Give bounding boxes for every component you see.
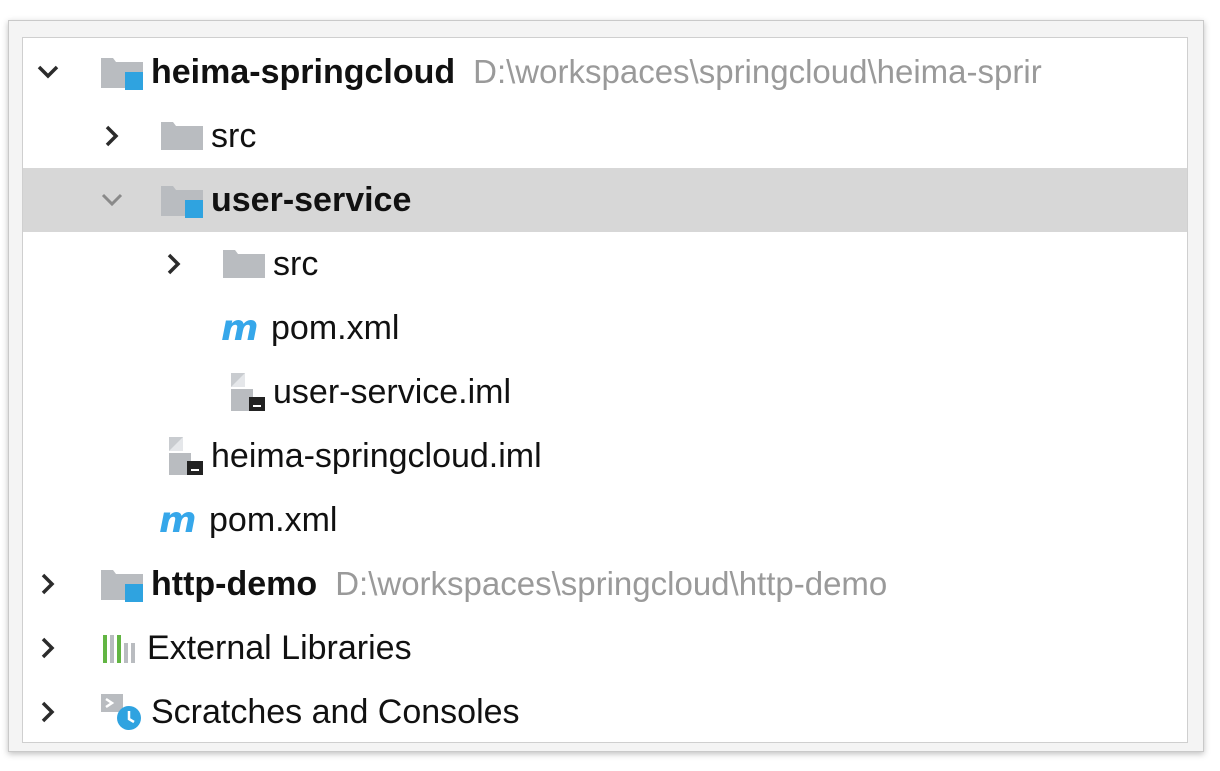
tree-row-scratches-and-consoles[interactable]: Scratches and Consoles [23,680,1187,742]
chevron-down-icon[interactable] [97,185,127,215]
module-folder-icon [99,566,145,602]
tree-row-src[interactable]: src [23,232,1187,296]
chevron-down-icon[interactable] [33,57,63,87]
tree-row-external-libraries[interactable]: External Libraries [23,616,1187,680]
module-path: D:\workspaces\springcloud\heima-sprir [473,53,1042,90]
project-tree-panel: heima-springcloud D:\workspaces\springcl… [22,37,1188,743]
tree-row-heima-springcloud[interactable]: heima-springcloud D:\workspaces\springcl… [23,40,1187,104]
iml-file-icon [227,371,267,413]
svg-text:m: m [221,310,259,346]
tree-row-pom-xml[interactable]: m pom.xml [23,488,1187,552]
tree-row-http-demo[interactable]: http-demo D:\workspaces\springcloud\http… [23,552,1187,616]
tree-label: Scratches and Consoles [151,692,520,731]
tree-row-pom-xml[interactable]: m pom.xml [23,296,1187,360]
tree-label: pom.xml [209,500,338,539]
module-folder-icon [99,54,145,90]
chevron-right-icon[interactable] [159,249,189,279]
iml-file-icon [165,435,205,477]
tree-label: user-service [211,180,412,219]
chevron-right-icon[interactable] [33,633,63,663]
tree-label: user-service.iml [273,372,512,411]
chevron-right-icon[interactable] [33,569,63,599]
tree-label: External Libraries [147,628,412,667]
svg-text:m: m [159,502,197,538]
tree-label: http-demo [151,564,318,603]
tree-label: src [273,244,319,283]
tree-label: heima-springcloud [151,52,456,91]
tree-row-heima-springcloud-iml[interactable]: heima-springcloud.iml [23,424,1187,488]
maven-icon: m [159,502,203,538]
chevron-right-icon[interactable] [33,697,63,727]
module-folder-icon [159,182,205,218]
tree-row-src[interactable]: src [23,104,1187,168]
maven-icon: m [221,310,265,346]
tree-label: pom.xml [271,308,400,347]
scratches-icon [99,692,145,732]
folder-icon [159,120,205,152]
tree-row-user-service-iml[interactable]: user-service.iml [23,360,1187,424]
libraries-icon [101,631,141,665]
tree-label: src [211,116,257,155]
tree-row-user-service[interactable]: user-service [23,168,1187,232]
chevron-right-icon[interactable] [97,121,127,151]
module-path: D:\workspaces\springcloud\http-demo [335,565,888,602]
folder-icon [221,248,267,280]
tree-label: heima-springcloud.iml [211,436,542,475]
